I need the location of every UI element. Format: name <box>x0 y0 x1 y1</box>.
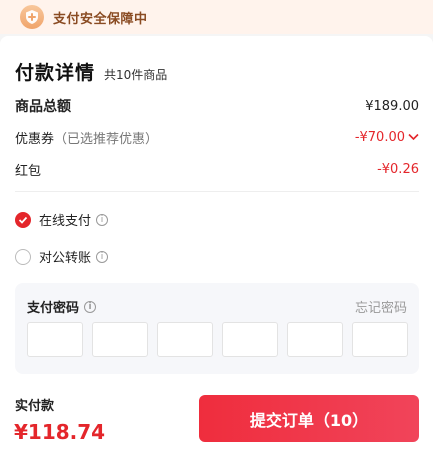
payment-card: 付款详情 共10件商品 商品总额 ¥189.00 优惠券（已选推荐优惠） -¥7… <box>0 36 433 462</box>
password-digit-input[interactable] <box>222 322 278 357</box>
password-digit-input[interactable] <box>157 322 213 357</box>
subtotal-label: 商品总额 <box>15 99 71 115</box>
checkout-page: 支付安全保障中 付款详情 共10件商品 商品总额 ¥189.00 优惠券（已选推… <box>0 0 433 462</box>
info-icon[interactable]: i <box>84 300 97 313</box>
amount-due-value: ¥118.74 <box>14 420 106 444</box>
payment-option-transfer-label: 对公转账 <box>39 251 92 266</box>
payment-detail-header: 付款详情 共10件商品 <box>15 58 167 85</box>
coupon-note: （已选推荐优惠） <box>54 132 159 147</box>
payment-detail-title: 付款详情 <box>15 62 96 84</box>
password-digit-input[interactable] <box>27 322 83 357</box>
password-digit-input[interactable] <box>352 322 408 357</box>
payment-option-transfer[interactable]: 对公转账 i <box>15 247 109 266</box>
item-count: 共10件商品 <box>104 68 168 82</box>
chevron-down-icon <box>408 130 419 145</box>
coupon-amount-group[interactable]: -¥70.00 <box>355 130 419 145</box>
submit-order-button[interactable]: 提交订单（10） <box>199 395 419 442</box>
red-packet-amount: -¥0.26 <box>377 162 419 177</box>
password-digit-input[interactable] <box>92 322 148 357</box>
security-banner: 支付安全保障中 <box>0 0 433 34</box>
coupon-amount: -¥70.00 <box>354 130 405 145</box>
payment-option-online-label: 在线支付 <box>39 214 92 229</box>
divider <box>15 191 419 192</box>
info-icon[interactable]: i <box>96 250 109 263</box>
payment-password-label: 支付密码 <box>27 301 80 316</box>
radio-unchecked-icon[interactable] <box>15 248 31 265</box>
info-icon[interactable]: i <box>96 213 109 226</box>
shield-plus-icon <box>20 5 44 29</box>
security-banner-text: 支付安全保障中 <box>53 11 148 27</box>
password-digit-input[interactable] <box>287 322 343 357</box>
payment-option-online[interactable]: 在线支付 i <box>15 210 109 229</box>
coupon-label-group: 优惠券（已选推荐优惠） <box>15 128 158 147</box>
coupon-row[interactable]: 优惠券（已选推荐优惠） -¥70.00 <box>15 128 419 147</box>
payment-password-label-group: 支付密码 i <box>27 297 97 316</box>
subtotal-amount: ¥189.00 <box>365 98 419 114</box>
amount-due-label: 实付款 <box>15 399 55 414</box>
checkmark-icon[interactable] <box>15 211 31 228</box>
red-packet-row: 红包 -¥0.26 <box>15 160 419 179</box>
payment-password-panel: 支付密码 i 忘记密码 <box>15 283 419 374</box>
subtotal-row: 商品总额 ¥189.00 <box>15 96 419 116</box>
forgot-password-link[interactable]: 忘记密码 <box>355 297 407 316</box>
coupon-label: 优惠券 <box>15 132 55 147</box>
red-packet-label: 红包 <box>15 164 42 179</box>
password-input-cells[interactable] <box>27 322 408 357</box>
